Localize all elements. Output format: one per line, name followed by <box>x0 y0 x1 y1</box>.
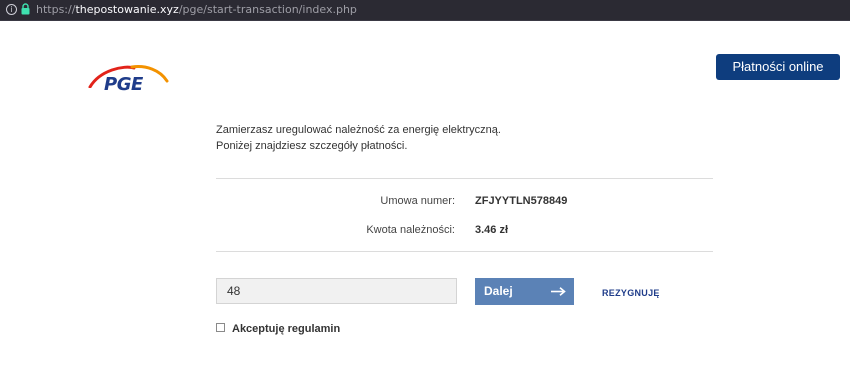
logo-text: PGE <box>104 74 143 95</box>
intro-line-1: Zamierzasz uregulować należność za energ… <box>216 124 501 136</box>
code-input[interactable] <box>216 278 457 304</box>
amount-due-value: 3.46 zł <box>475 224 509 236</box>
intro-text: Zamierzasz uregulować należność za energ… <box>216 122 501 154</box>
intro-line-2: Poniżej znajdziesz szczegóły płatności. <box>216 140 408 152</box>
next-button-label: Dalej <box>484 284 513 298</box>
pge-logo[interactable]: PGE <box>86 62 170 98</box>
online-payments-button[interactable]: Płatności online <box>716 54 840 80</box>
url-scheme: https:// <box>36 3 76 16</box>
url-host: thepostowanie.xyz <box>75 3 179 16</box>
arrow-right-icon <box>551 287 566 296</box>
divider <box>216 178 713 179</box>
accept-terms-label[interactable]: Akceptuję regulamin <box>232 322 340 336</box>
divider <box>216 251 713 252</box>
contract-number-value: ZFJYYTLN578849 <box>475 195 568 207</box>
info-icon[interactable]: i <box>6 4 17 15</box>
url-path: /pge/start-transaction/index.php <box>178 3 357 16</box>
contract-number-label: Umowa numer: <box>380 195 455 207</box>
accept-terms-checkbox[interactable] <box>216 323 225 332</box>
lock-icon[interactable] <box>21 3 30 15</box>
cancel-link[interactable]: REZYGNUJĘ <box>602 287 660 299</box>
browser-address-bar[interactable]: i https://thepostowanie.xyz/pge/start-tr… <box>0 0 850 21</box>
next-button[interactable]: Dalej <box>475 278 574 305</box>
url-text[interactable]: https://thepostowanie.xyz/pge/start-tran… <box>36 3 357 17</box>
amount-due-label: Kwota należności: <box>366 224 455 236</box>
page: i https://thepostowanie.xyz/pge/start-tr… <box>0 0 850 374</box>
